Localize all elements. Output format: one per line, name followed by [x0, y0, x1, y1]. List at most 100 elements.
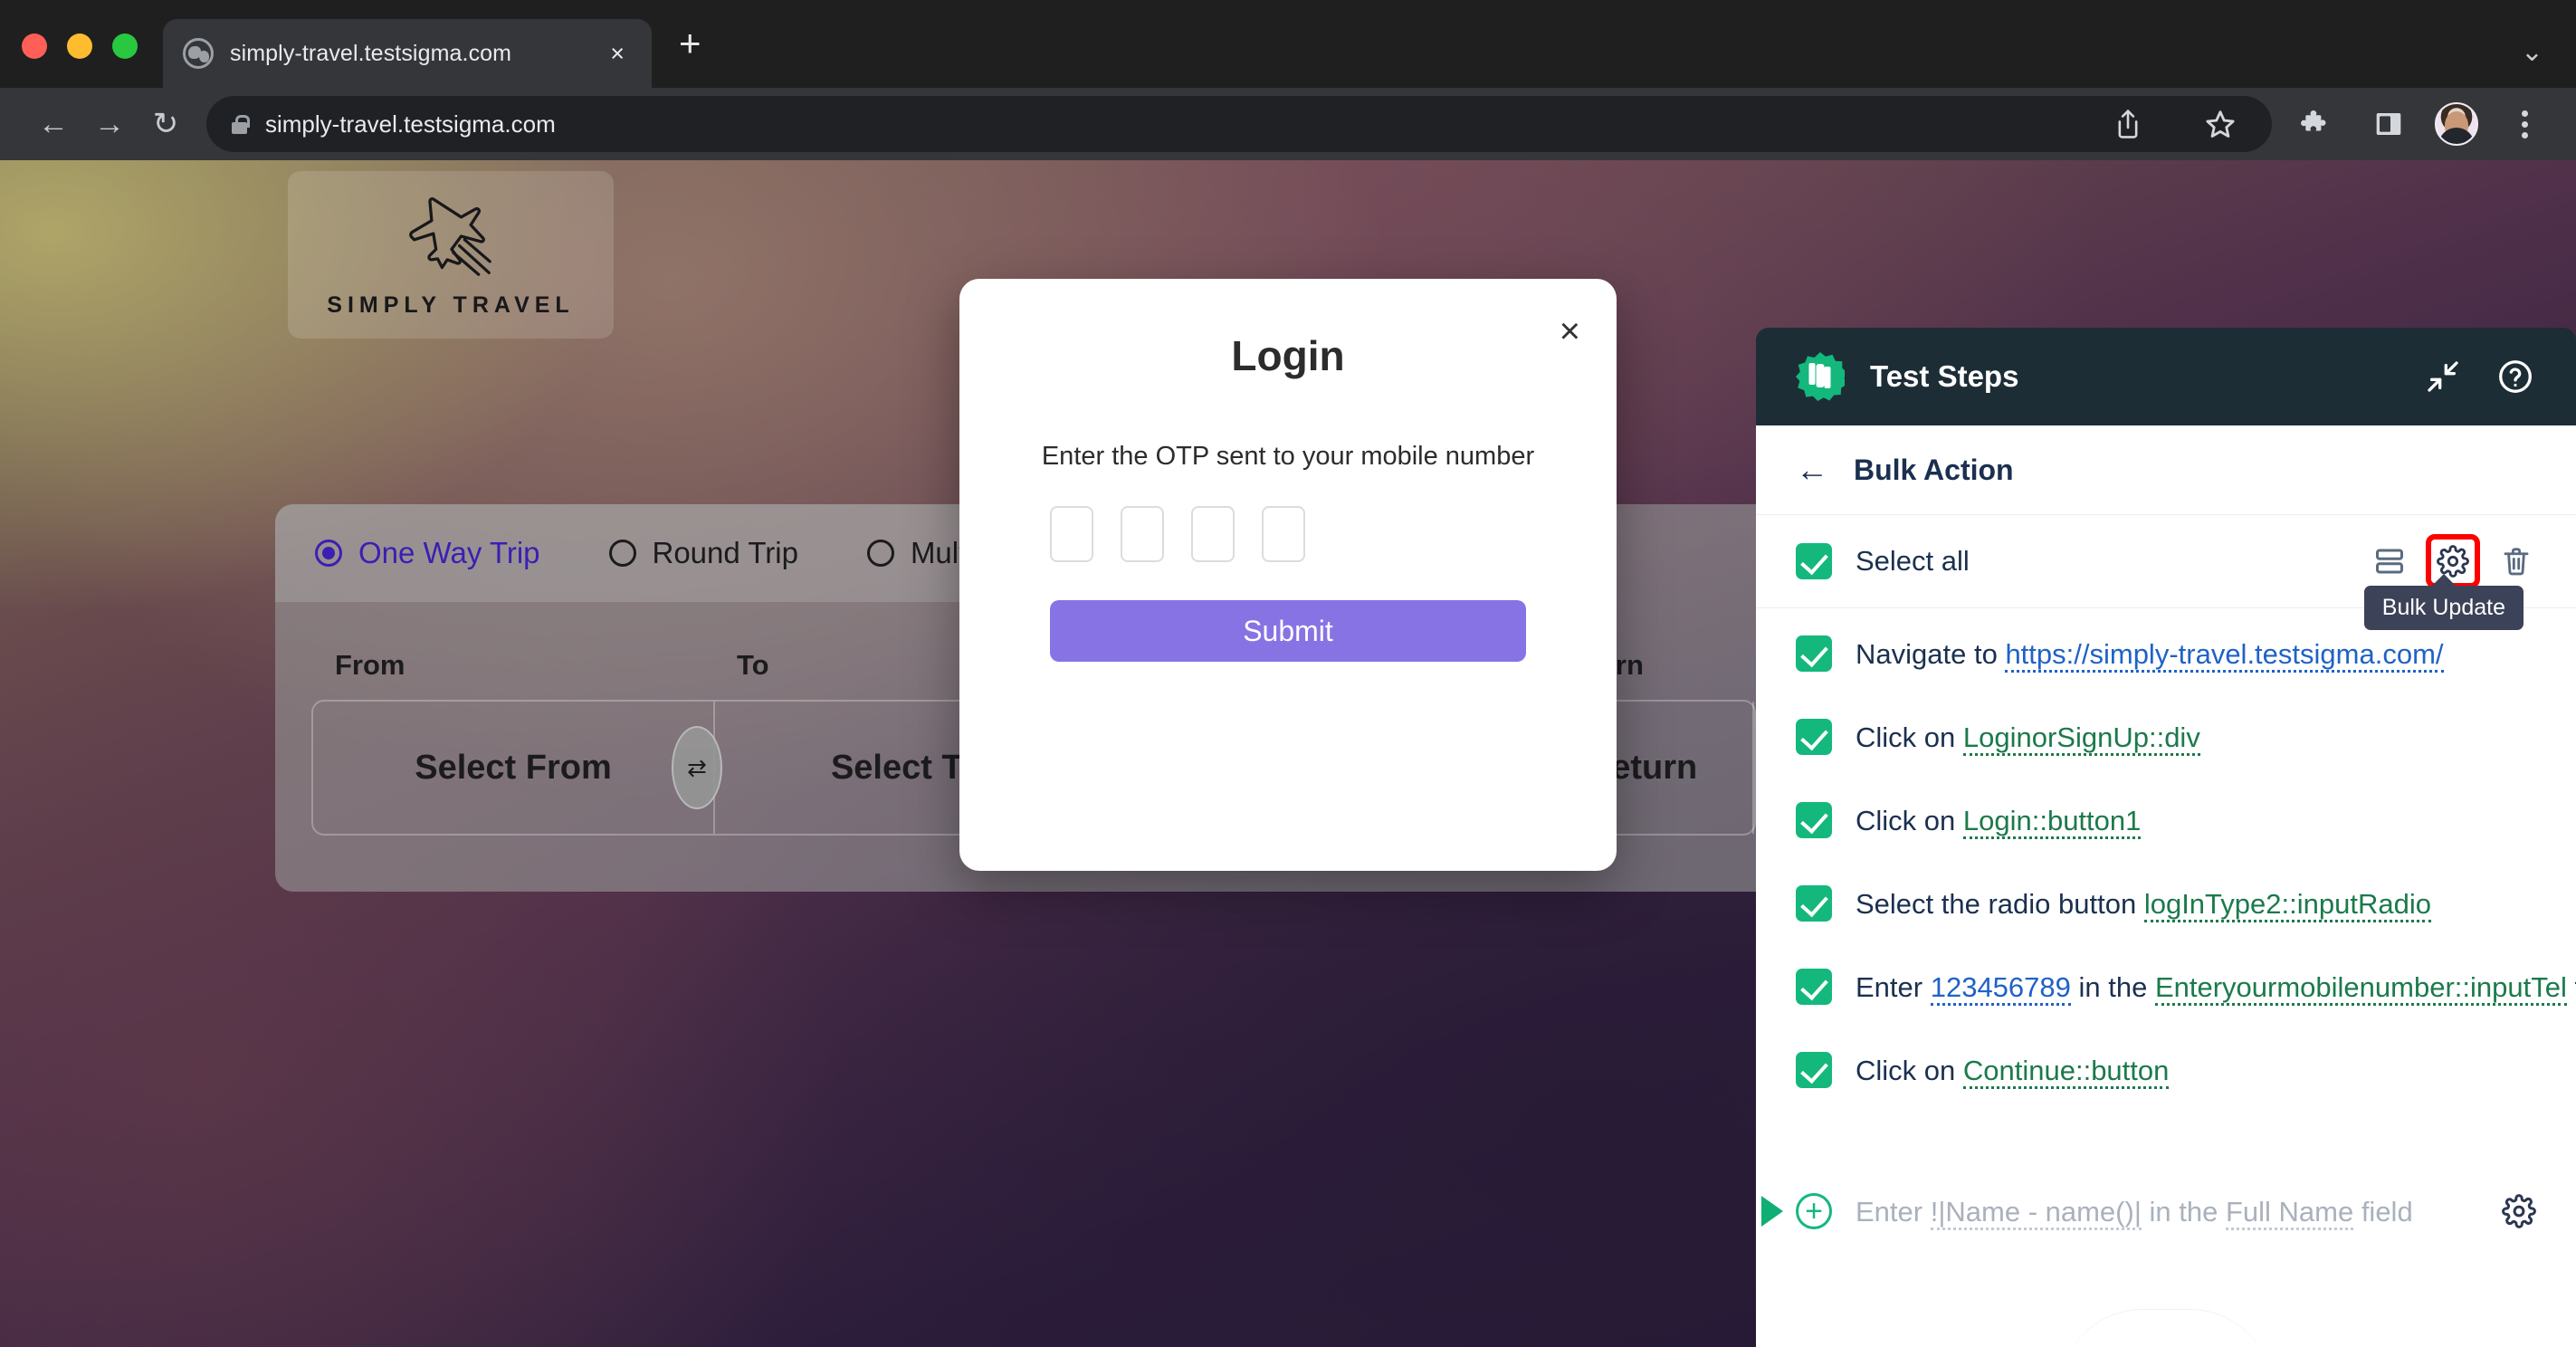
- url-text: simply-travel.testsigma.com: [265, 110, 556, 138]
- select-all-row: Select all Bulk Update: [1756, 514, 2576, 630]
- step-checkbox[interactable]: [1796, 885, 1832, 922]
- step-prefix: Select the radio button: [1856, 888, 2144, 920]
- browser-tab[interactable]: simply-travel.testsigma.com ×: [163, 19, 652, 88]
- collapse-arrows-icon[interactable]: [2422, 356, 2464, 397]
- from-field[interactable]: Select From: [313, 702, 715, 834]
- header-icon-group: [2422, 356, 2536, 397]
- trip-option-one-way[interactable]: One Way Trip: [315, 536, 540, 570]
- radio-icon: [608, 540, 636, 567]
- step-link[interactable]: LoginorSignUp::div: [1962, 721, 2200, 756]
- extensions-puzzle-icon[interactable]: [2290, 98, 2342, 150]
- lock-icon: [232, 114, 250, 134]
- test-steps-panel: Test Steps ← Bulk Action Select all Bulk…: [1756, 328, 2576, 1347]
- bookmark-star-icon[interactable]: [2194, 98, 2247, 150]
- minimize-window-button[interactable]: [67, 33, 92, 59]
- step-checkbox[interactable]: [1796, 1052, 1832, 1088]
- reload-button[interactable]: ↻: [138, 96, 194, 152]
- maximize-window-button[interactable]: [112, 33, 138, 59]
- testsigma-logo: [1796, 352, 1845, 401]
- step-suffix: field: [2567, 971, 2576, 1003]
- step-link[interactable]: Login::button1: [1962, 805, 2142, 839]
- bulk-action-title: Bulk Action: [1854, 453, 2014, 486]
- back-button[interactable]: ←: [25, 96, 81, 152]
- new-tab-button[interactable]: +: [679, 24, 701, 62]
- play-caret-icon: [1761, 1196, 1783, 1227]
- page-viewport: SIMPLY TRAVEL One Way Trip Round Trip Mu…: [0, 160, 2576, 1347]
- trip-label: One Way Trip: [358, 536, 540, 569]
- test-steps-list: Navigate to https://simply-travel.testsi…: [1756, 608, 2576, 1347]
- otp-digit-2[interactable]: [1121, 506, 1164, 562]
- modal-title: Login: [1231, 332, 1345, 379]
- new-step-row[interactable]: Enter !|Name - name()| in the Full Name …: [1756, 1170, 2576, 1253]
- step-text: Click on Login::button1: [1856, 802, 2142, 839]
- toolbar-icons: [2290, 98, 2551, 150]
- select-all-checkbox[interactable]: [1796, 543, 1832, 579]
- settings-gear-icon[interactable]: [2502, 1194, 2536, 1228]
- address-bar[interactable]: simply-travel.testsigma.com: [206, 96, 2272, 152]
- delete-trash-icon[interactable]: [2496, 541, 2536, 581]
- close-window-button[interactable]: [22, 33, 47, 59]
- help-circle-icon[interactable]: [2495, 356, 2536, 397]
- step-checkbox[interactable]: [1796, 719, 1832, 755]
- profile-avatar[interactable]: [2435, 102, 2478, 146]
- window-controls: [22, 33, 138, 88]
- add-circle-icon[interactable]: [1796, 1193, 1832, 1229]
- side-panel-icon[interactable]: [2362, 98, 2415, 150]
- test-steps-body: ← Bulk Action Select all Bulk Update Nav…: [1756, 425, 2576, 1347]
- step-mid: in the: [2070, 971, 2155, 1003]
- new-step-text: Enter !|Name - name()| in the Full Name …: [1856, 1193, 2413, 1230]
- share-icon[interactable]: [2102, 98, 2154, 150]
- kebab-menu-icon[interactable]: [2498, 98, 2551, 150]
- otp-digit-4[interactable]: [1262, 506, 1305, 562]
- select-all-label: Select all: [1856, 545, 1970, 577]
- site-wordmark: SIMPLY TRAVEL: [327, 291, 575, 318]
- otp-instruction: Enter the OTP sent to your mobile number: [1041, 442, 1535, 471]
- otp-input-group: [1050, 506, 1617, 562]
- grid-view-icon[interactable]: [2370, 541, 2409, 581]
- otp-digit-1[interactable]: [1050, 506, 1093, 562]
- new-step-mid: in the: [2141, 1195, 2226, 1228]
- table-row[interactable]: Navigate to https://simply-travel.testsi…: [1756, 635, 2576, 719]
- table-row[interactable]: Click on Continue::button: [1756, 1052, 2576, 1135]
- trip-option-round-trip[interactable]: Round Trip: [608, 536, 798, 570]
- close-icon[interactable]: ×: [1560, 313, 1580, 349]
- step-link[interactable]: Continue::button: [1962, 1055, 2170, 1089]
- step-value[interactable]: 123456789: [1930, 971, 2071, 1006]
- step-text: Enter 123456789 in the Enteryourmobilenu…: [1856, 969, 2576, 1006]
- table-row[interactable]: Click on LoginorSignUp::div: [1756, 719, 2576, 802]
- submit-button[interactable]: Submit: [1050, 600, 1526, 662]
- step-prefix: Click on: [1856, 721, 1963, 753]
- table-row[interactable]: Click on Login::button1: [1756, 802, 2576, 885]
- panel-title: Test Steps: [1870, 359, 2019, 393]
- new-step-value[interactable]: !|Name - name()|: [1930, 1195, 2142, 1230]
- otp-digit-3[interactable]: [1191, 506, 1235, 562]
- forward-button[interactable]: →: [81, 96, 138, 152]
- tab-title: simply-travel.testsigma.com: [230, 40, 512, 66]
- swap-icon[interactable]: ⇄: [672, 726, 722, 809]
- step-link[interactable]: https://simply-travel.testsigma.com/: [2005, 638, 2444, 673]
- step-prefix: Navigate to: [1856, 638, 2006, 670]
- new-step-suffix: field: [2353, 1195, 2413, 1228]
- back-arrow-icon[interactable]: ←: [1796, 454, 1828, 486]
- close-icon[interactable]: ×: [603, 38, 632, 70]
- trip-label: Round Trip: [652, 536, 798, 569]
- table-row[interactable]: Enter 123456789 in the Enteryourmobilenu…: [1756, 969, 2576, 1052]
- radio-icon: [315, 540, 342, 567]
- tab-strip: simply-travel.testsigma.com × + ⌄: [0, 0, 2576, 88]
- step-text: Select the radio button logInType2::inpu…: [1856, 885, 2431, 922]
- bulk-action-bar: ← Bulk Action: [1756, 425, 2576, 514]
- new-step-field[interactable]: Full Name: [2225, 1195, 2354, 1230]
- table-row[interactable]: Select the radio button logInType2::inpu…: [1756, 885, 2576, 969]
- new-step-prefix: Enter: [1856, 1195, 1931, 1228]
- step-checkbox[interactable]: [1796, 802, 1832, 838]
- step-link[interactable]: Enteryourmobilenumber::inputTel: [2154, 971, 2567, 1006]
- browser-toolbar: ← → ↻ simply-travel.testsigma.com: [0, 88, 2576, 160]
- chevron-down-icon[interactable]: ⌄: [2521, 36, 2543, 68]
- login-modal: × Login Enter the OTP sent to your mobil…: [959, 279, 1617, 871]
- airplane-icon: [397, 192, 504, 283]
- step-text: Navigate to https://simply-travel.testsi…: [1856, 635, 2444, 673]
- step-checkbox[interactable]: [1796, 969, 1832, 1005]
- step-link[interactable]: logInType2::inputRadio: [2143, 888, 2431, 922]
- bulk-update-tooltip: Bulk Update: [2363, 586, 2524, 630]
- step-checkbox[interactable]: [1796, 635, 1832, 672]
